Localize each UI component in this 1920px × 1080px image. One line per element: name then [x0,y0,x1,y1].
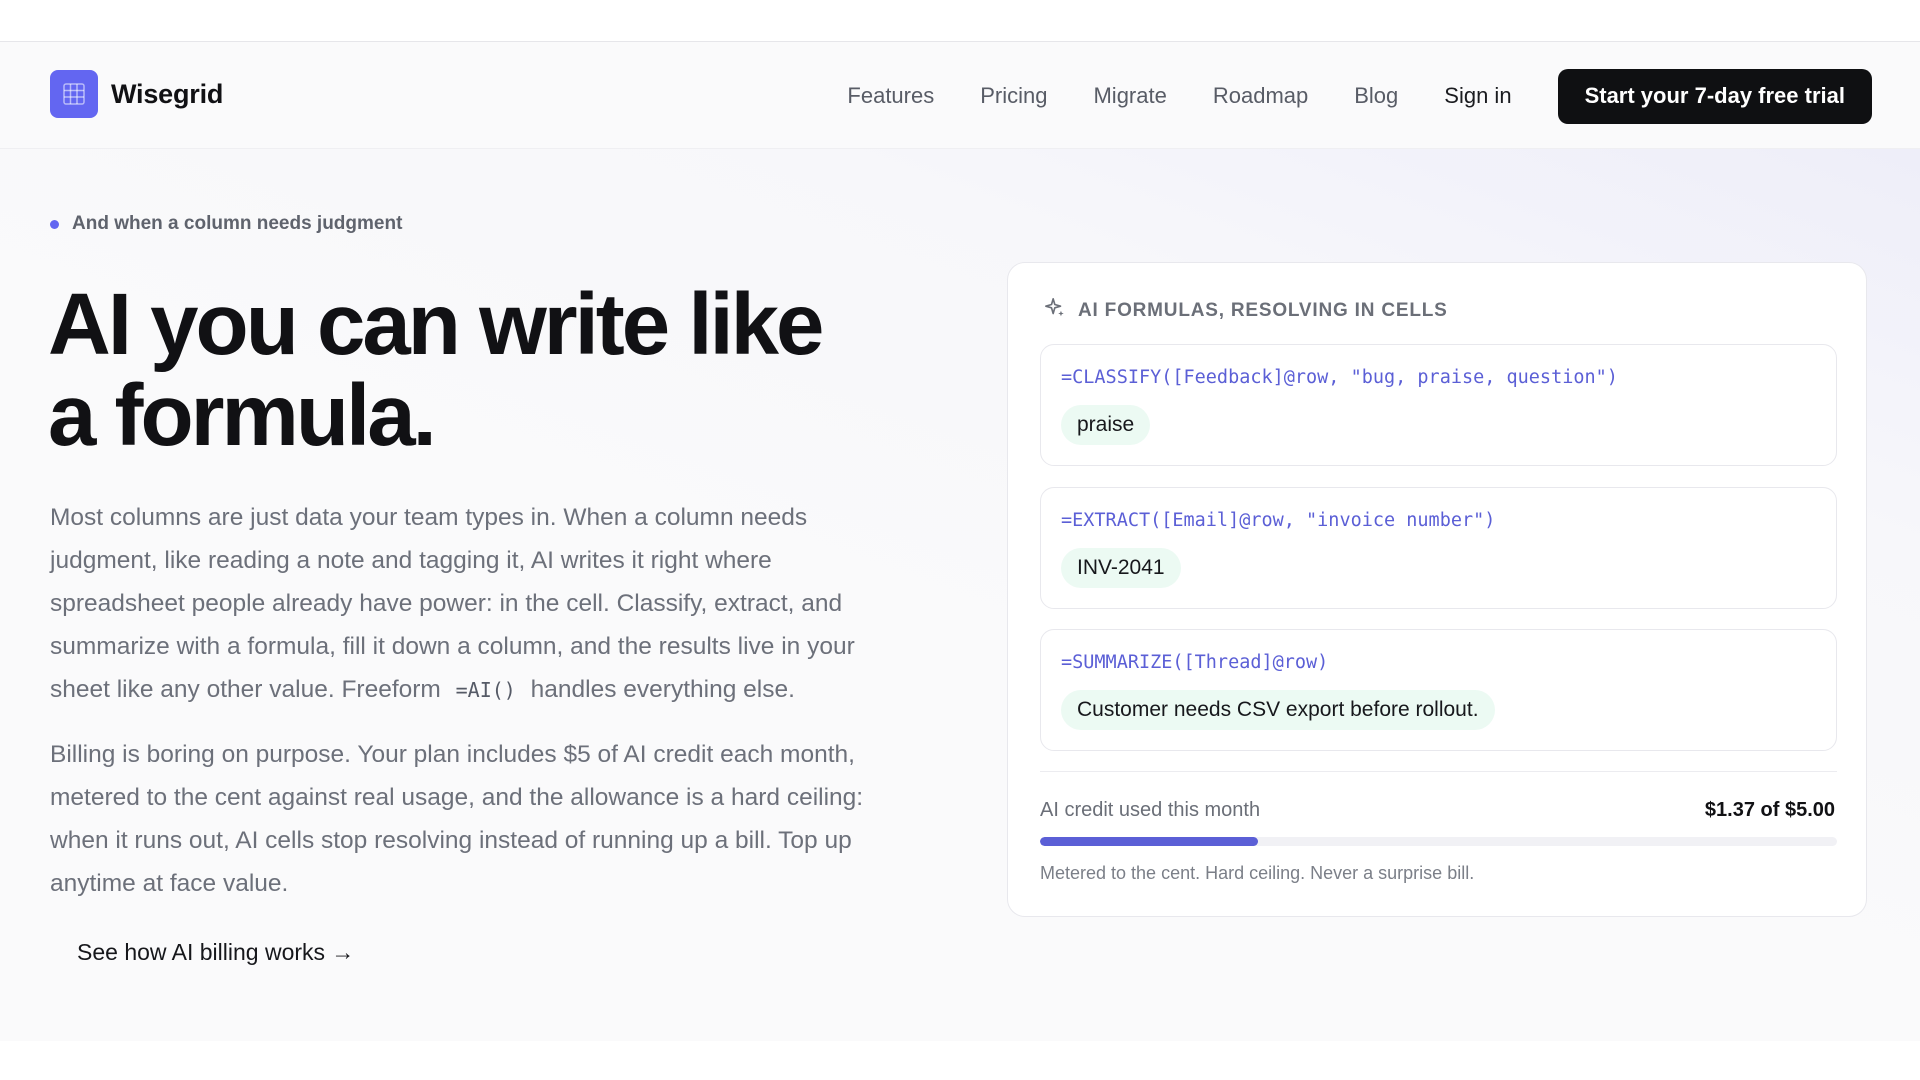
eyebrow-dot-icon [50,219,59,229]
formula-text: =EXTRACT([Email]@row, "invoice number") [1061,510,1496,531]
result-chip: Customer needs CSV export before rollout… [1061,690,1495,730]
page: Wisegrid Features Pricing Migrate Roadma… [0,0,1920,1080]
credit-progress-fill [1040,837,1259,846]
nav-link-pricing[interactable]: Pricing [980,83,1047,109]
credit-label: AI credit used this month [1040,799,1261,821]
brand-name: Wisegrid [111,78,224,109]
formula-card-extract: =EXTRACT([Email]@row, "invoice number") … [1040,487,1837,609]
sparkle-icon [1044,297,1066,324]
ai-billing-link[interactable]: See how AI billing works → [77,939,354,966]
hero-paragraph-2: Billing is boring on purpose. Your plan … [50,741,864,897]
formula-card-summarize: =SUMMARIZE([Thread]@row) Customer needs … [1040,629,1837,751]
result-chip: praise [1061,405,1151,445]
site-header: Wisegrid Features Pricing Migrate Roadma… [0,42,1920,149]
credit-note: Metered to the cent. Hard ceiling. Never… [1040,863,1475,883]
formula-text: =CLASSIFY([Feedback]@row, "bug, praise, … [1061,367,1618,388]
hero-section: And when a column needs judgment AI you … [0,149,1920,1041]
formula-text: =SUMMARIZE([Thread]@row) [1061,652,1329,673]
headline-line-1: AI you can write like [48,276,824,373]
paragraph-1-text-end: handles everything else. [530,676,795,703]
panel-divider [1040,771,1837,772]
sign-in-link[interactable]: Sign in [1444,83,1511,109]
panel-header: AI FORMULAS, RESOLVING IN CELLS [1044,297,1448,324]
panel-title: AI FORMULAS, RESOLVING IN CELLS [1078,299,1448,321]
hero-paragraph-1: Most columns are just data your team typ… [50,496,910,712]
main-nav: Features Pricing Migrate Roadmap Blog Si… [847,68,1872,124]
eyebrow-text: And when a column needs judgment [72,213,403,234]
start-trial-button[interactable]: Start your 7-day free trial [1557,68,1872,124]
browser-top-strip [0,0,1920,42]
nav-link-features[interactable]: Features [847,83,934,109]
eyebrow: And when a column needs judgment [50,213,402,235]
grid-icon [50,70,98,118]
brand-logo-link[interactable]: Wisegrid [50,70,223,118]
paragraph-1-text: Most columns are just data your team typ… [50,504,855,703]
result-chip: INV-2041 [1061,548,1181,588]
nav-link-roadmap[interactable]: Roadmap [1213,83,1308,109]
credit-value: $1.37 of $5.00 [1704,799,1835,821]
credit-progress-bar [1040,837,1837,846]
formula-card-classify: =CLASSIFY([Feedback]@row, "bug, praise, … [1040,344,1837,466]
ai-formulas-panel: AI FORMULAS, RESOLVING IN CELLS =CLASSIF… [1007,262,1867,917]
nav-link-migrate[interactable]: Migrate [1093,83,1166,109]
hero-headline: AI you can write like a formula. [48,279,948,461]
ai-function-code: =AI() [455,678,516,702]
headline-line-2: a formula. [48,367,437,464]
nav-link-blog[interactable]: Blog [1354,83,1398,109]
